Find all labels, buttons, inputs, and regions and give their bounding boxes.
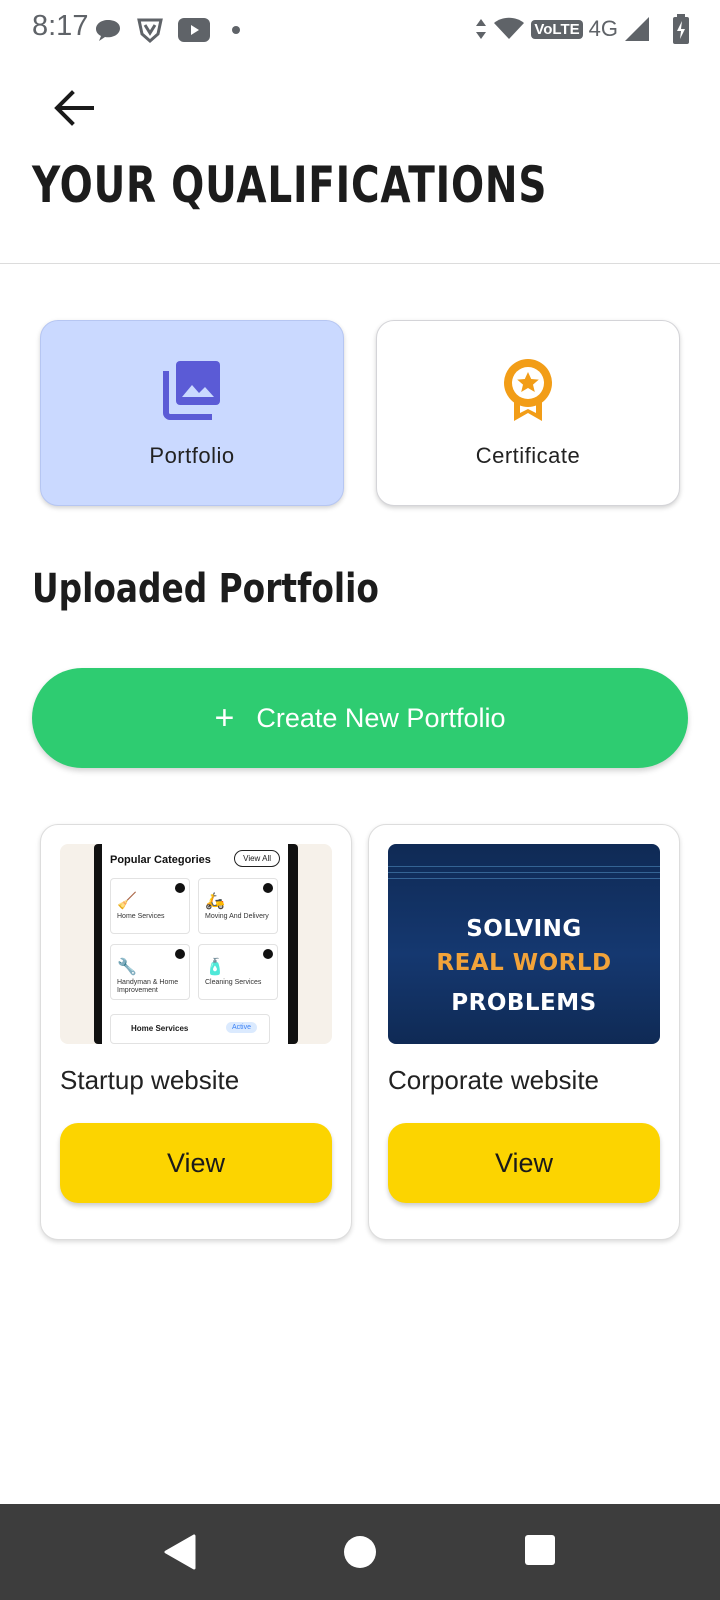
certificate-type-label: Certificate <box>475 443 581 468</box>
thumb-service-row: Home Services Active <box>110 1014 270 1044</box>
recents-square-icon[interactable] <box>524 1534 556 1566</box>
status-bar: 8:17 VoLTE 4G <box>0 0 720 58</box>
portfolio-card: SOLVING REAL WORLD PROBLEMS Corporate we… <box>368 824 680 1240</box>
thumb-tile: 🔧 Handyman & Home Improvement <box>110 944 190 1000</box>
thumb-tile: 🧹 Home Services <box>110 878 190 934</box>
section-title: Uploaded Portfolio <box>32 566 379 612</box>
thumb-tile-label: Moving And Delivery <box>205 913 269 920</box>
portfolio-name: Corporate website <box>388 1065 599 1095</box>
photo-library-icon <box>163 361 220 420</box>
portfolio-card: Popular Categories View All 🧹 Home Servi… <box>40 824 352 1240</box>
banner-line-1: SOLVING <box>466 916 582 942</box>
tile-dot <box>263 883 273 893</box>
phone-mockup: Popular Categories View All 🧹 Home Servi… <box>94 844 298 1044</box>
signal-icon <box>625 17 649 41</box>
banner-line <box>388 872 660 873</box>
thumb-tile-label: Home Services <box>117 913 165 920</box>
shield-icon <box>137 18 163 43</box>
status-time: 8:17 <box>32 10 89 42</box>
thumb-row-label: Home Services <box>131 1024 189 1033</box>
back-triangle-icon[interactable] <box>162 1534 198 1570</box>
create-portfolio-button[interactable]: + Create New Portfolio <box>32 668 688 768</box>
certificate-type-card[interactable]: Certificate <box>376 320 680 506</box>
data-arrows-icon <box>476 19 487 39</box>
thumb-view-all: View All <box>234 850 280 867</box>
portfolio-type-label: Portfolio <box>149 443 235 468</box>
thumb-tile-label: Cleaning Services <box>205 979 262 986</box>
navigation-bar <box>0 1504 720 1600</box>
portfolio-name: Startup website <box>60 1065 240 1095</box>
page-title: YOUR QUALIFICATIONS <box>32 156 548 214</box>
battery-charging-icon <box>673 14 689 44</box>
thumb-heading: Popular Categories <box>110 854 211 866</box>
portfolio-type-card[interactable]: Portfolio <box>40 320 344 506</box>
chat-bubble-icon <box>96 20 120 41</box>
tile-dot <box>175 949 185 959</box>
banner-line-3: PROBLEMS <box>451 990 597 1016</box>
home-circle-icon[interactable] <box>342 1534 378 1570</box>
view-button[interactable]: View <box>388 1123 660 1203</box>
dot-icon <box>232 26 240 34</box>
portfolio-thumbnail[interactable]: SOLVING REAL WORLD PROBLEMS <box>388 844 660 1044</box>
status-right-group: VoLTE 4G <box>475 14 690 44</box>
saw-icon: 🔧 <box>117 957 137 976</box>
banner-line-2: REAL WORLD <box>436 950 612 976</box>
plus-icon: + <box>214 699 235 737</box>
youtube-icon <box>178 18 210 42</box>
scooter-icon: 🛵 <box>205 891 225 910</box>
award-ribbon-icon <box>504 359 552 421</box>
view-button[interactable]: View <box>60 1123 332 1203</box>
portfolio-thumbnail[interactable]: Popular Categories View All 🧹 Home Servi… <box>60 844 332 1044</box>
phone-screen: Popular Categories View All 🧹 Home Servi… <box>102 844 288 1044</box>
volte-badge: VoLTE <box>531 19 583 39</box>
wifi-icon <box>494 17 525 39</box>
thumb-tile: 🧴 Cleaning Services <box>198 944 278 1000</box>
thumb-row-badge: Active <box>225 1022 257 1033</box>
network-type: 4G <box>588 16 618 41</box>
banner-line <box>388 878 660 879</box>
thumb-tile: 🛵 Moving And Delivery <box>198 878 278 934</box>
thumb-tile-label: Handyman & Home Improvement <box>117 979 179 994</box>
tile-dot <box>175 883 185 893</box>
vacuum-icon: 🧹 <box>117 891 137 910</box>
cleaning-icon: 🧴 <box>205 957 225 976</box>
tile-dot <box>263 949 273 959</box>
banner-line <box>388 866 660 867</box>
header-divider <box>0 263 720 264</box>
back-arrow-icon[interactable] <box>50 84 98 132</box>
create-portfolio-label: Create New Portfolio <box>256 702 506 733</box>
